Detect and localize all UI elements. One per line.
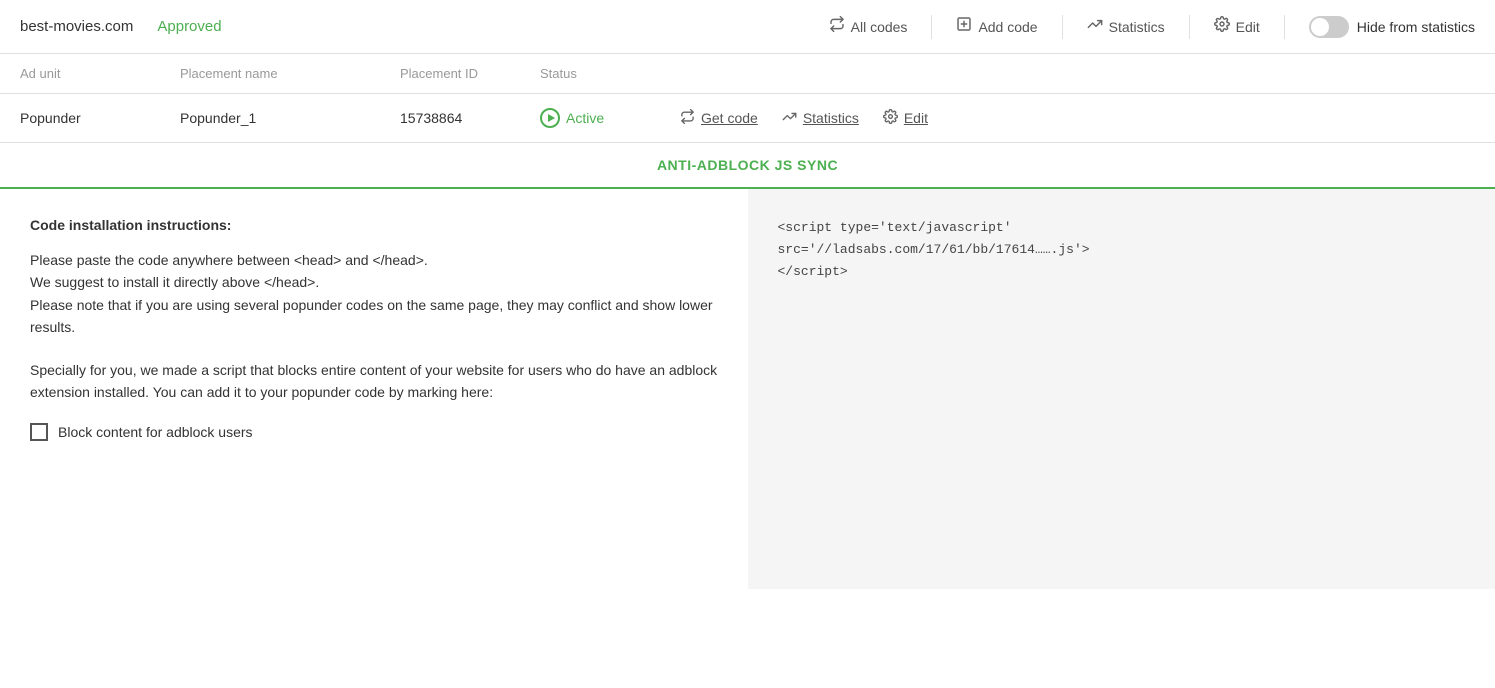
divider3 — [1189, 15, 1190, 39]
instruction-line-2: We suggest to install it directly above … — [30, 271, 718, 293]
hide-statistics-toggle[interactable] — [1309, 16, 1349, 38]
table-header: Ad unit Placement name Placement ID Stat… — [0, 54, 1495, 94]
placement-id-cell: 15738864 — [400, 110, 540, 126]
divider2 — [1062, 15, 1063, 39]
get-code-icon — [680, 109, 695, 128]
code-line-1: <script type='text/javascript' — [778, 220, 1012, 235]
instruction-line-3: Please note that if you are using severa… — [30, 294, 718, 339]
site-name: best-movies.com — [20, 18, 133, 35]
adunit-cell: Popunder — [20, 110, 180, 126]
placement-name-cell: Popunder_1 — [180, 110, 400, 126]
status-cell: Active — [540, 108, 660, 128]
add-code-button[interactable]: Add code — [956, 16, 1037, 37]
instructions-title: Code installation instructions: — [30, 217, 718, 233]
all-codes-icon — [829, 16, 845, 37]
all-codes-label: All codes — [851, 19, 908, 35]
col-header-id: Placement ID — [400, 66, 540, 81]
code-panel: <script type='text/javascript' src='//la… — [748, 189, 1495, 589]
row-edit-label: Edit — [904, 110, 928, 126]
row-actions: Get code Statistics Edit — [680, 109, 928, 128]
content-area: Code installation instructions: Please p… — [0, 189, 1495, 589]
row-edit-icon — [883, 109, 898, 128]
edit-icon — [1214, 16, 1230, 37]
active-status-icon — [540, 108, 560, 128]
checkbox-label: Block content for adblock users — [58, 424, 253, 440]
instruction-line-1: Please paste the code anywhere between <… — [30, 249, 718, 271]
row-statistics-label: Statistics — [803, 110, 859, 126]
instructions-text: Please paste the code anywhere between <… — [30, 249, 718, 339]
hide-from-statistics-toggle-container: Hide from statistics — [1309, 16, 1475, 38]
get-code-button[interactable]: Get code — [680, 109, 758, 128]
divider1 — [931, 15, 932, 39]
instructions-panel: Code installation instructions: Please p… — [0, 189, 748, 589]
code-line-2: src='//ladsabs.com/17/61/bb/17614…….js'> — [778, 242, 1090, 257]
topbar: best-movies.com Approved All codes Add c… — [0, 0, 1495, 54]
instructions-extra: Specially for you, we made a script that… — [30, 359, 718, 404]
table-row: Popunder Popunder_1 15738864 Active Get … — [0, 94, 1495, 143]
approval-status: Approved — [157, 18, 221, 35]
add-code-label: Add code — [978, 19, 1037, 35]
block-content-checkbox[interactable] — [30, 423, 48, 441]
col-header-status: Status — [540, 66, 1475, 81]
code-line-3: </script> — [778, 264, 848, 279]
antiblock-header: ANTI-ADBLOCK JS SYNC — [0, 143, 1495, 189]
hide-statistics-label: Hide from statistics — [1357, 19, 1475, 35]
code-block: <script type='text/javascript' src='//la… — [778, 217, 1466, 283]
statistics-label: Statistics — [1109, 19, 1165, 35]
all-codes-button[interactable]: All codes — [829, 16, 908, 37]
add-code-icon — [956, 16, 972, 37]
col-header-adunit: Ad unit — [20, 66, 180, 81]
row-statistics-button[interactable]: Statistics — [782, 109, 859, 128]
row-edit-button[interactable]: Edit — [883, 109, 928, 128]
col-header-placement: Placement name — [180, 66, 400, 81]
edit-label: Edit — [1236, 19, 1260, 35]
checkbox-row: Block content for adblock users — [30, 423, 718, 441]
get-code-label: Get code — [701, 110, 758, 126]
edit-button[interactable]: Edit — [1214, 16, 1260, 37]
row-statistics-icon — [782, 109, 797, 128]
status-label: Active — [566, 110, 604, 126]
antiblock-title: ANTI-ADBLOCK JS SYNC — [657, 157, 838, 173]
statistics-button[interactable]: Statistics — [1087, 16, 1165, 37]
statistics-icon — [1087, 16, 1103, 37]
divider4 — [1284, 15, 1285, 39]
